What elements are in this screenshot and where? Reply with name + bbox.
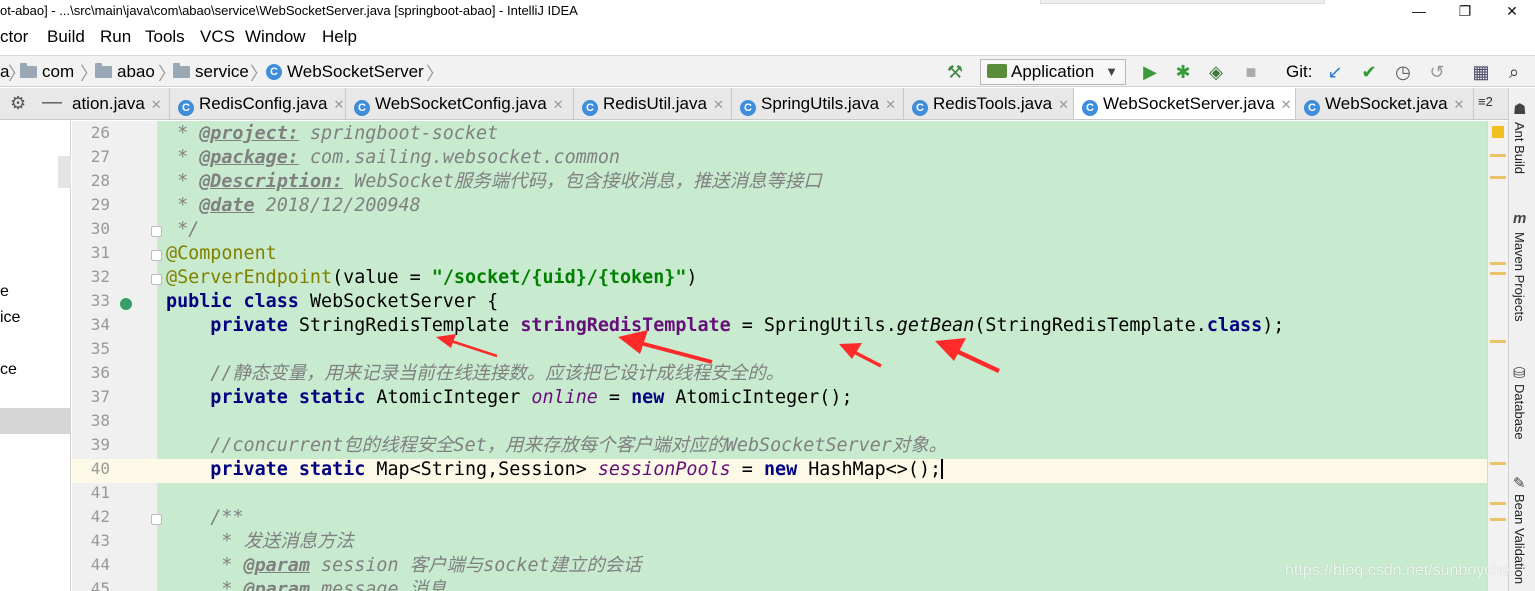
watermark: https://blog.csdn.net/sunboyche xyxy=(1285,562,1511,579)
arrow-4 xyxy=(935,338,1000,374)
arrow-3 xyxy=(839,343,882,368)
intellij-window: ot-abao] - ...\src\main\java\com\abao\se… xyxy=(0,0,1535,591)
arrow-1 xyxy=(436,334,498,358)
annotation-arrows xyxy=(436,330,1000,374)
arrow-2 xyxy=(618,330,713,364)
